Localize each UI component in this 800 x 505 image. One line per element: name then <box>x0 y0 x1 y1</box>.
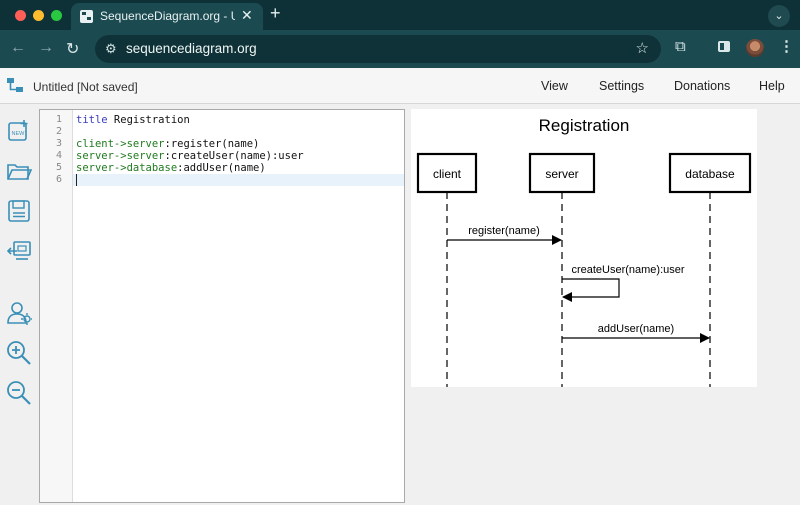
line-number: 6 <box>55 174 62 185</box>
line-number: 4 <box>55 150 62 161</box>
message-label: register(name) <box>468 225 540 237</box>
line-number: 1 <box>55 114 62 125</box>
code-editor[interactable]: 1 2 3 4 5 6 title Registration client->s… <box>39 109 405 503</box>
extensions-icon[interactable]: ⧉ <box>675 38 686 55</box>
participant-server[interactable]: server <box>528 152 596 194</box>
bookmark-star-icon[interactable]: ☆ <box>636 39 649 57</box>
zoom-out-icon[interactable] <box>6 380 32 406</box>
side-panel-icon[interactable] <box>718 41 730 52</box>
participant-database[interactable]: database <box>668 152 752 194</box>
menu-view[interactable]: View <box>541 79 568 93</box>
menu-help[interactable]: Help <box>759 79 785 93</box>
menu-settings[interactable]: Settings <box>599 79 644 93</box>
profile-avatar[interactable] <box>746 39 764 57</box>
close-window-button[interactable] <box>15 10 26 21</box>
browser-menu-icon[interactable]: ⋮ <box>779 37 794 55</box>
line-number: 5 <box>55 162 62 173</box>
document-title: Untitled [Not saved] <box>33 80 138 94</box>
code-line[interactable]: client->server:register(name) <box>76 138 259 150</box>
diagram-preview[interactable]: Registration client server database regi… <box>411 109 757 387</box>
tab-title: SequenceDiagram.org - UML <box>100 9 235 23</box>
line-number: 2 <box>55 126 62 137</box>
forward-icon[interactable]: → <box>38 39 54 57</box>
message-label: addUser(name) <box>598 323 674 335</box>
message-label: createUser(name):user <box>571 264 684 276</box>
message-arrow <box>562 278 620 302</box>
app-logo-icon[interactable] <box>6 76 24 94</box>
reload-icon[interactable]: ↻ <box>66 39 79 59</box>
text-cursor <box>76 174 77 186</box>
code-line[interactable]: server->database:addUser(name) <box>76 162 266 174</box>
participant-label: server <box>545 167 578 181</box>
participants-icon[interactable] <box>6 300 32 326</box>
back-icon[interactable]: ← <box>10 39 26 57</box>
save-icon[interactable] <box>6 198 32 224</box>
close-tab-icon[interactable]: ✕ <box>241 7 253 24</box>
url-text[interactable]: sequencediagram.org <box>126 41 257 56</box>
new-tab-icon[interactable]: + <box>270 3 281 24</box>
open-folder-icon[interactable] <box>6 158 33 184</box>
line-number-gutter: 1 2 3 4 5 6 <box>40 110 73 502</box>
zoom-in-icon[interactable] <box>6 340 32 366</box>
active-line-highlight <box>73 174 404 186</box>
code-line[interactable]: title Registration <box>76 114 190 126</box>
tool-rail: NEW <box>0 104 38 505</box>
maximize-window-button[interactable] <box>51 10 62 21</box>
export-icon[interactable] <box>6 238 32 264</box>
diagram-title: Registration <box>539 116 630 135</box>
svg-text:NEW: NEW <box>12 131 26 137</box>
code-line[interactable]: server->server:createUser(name):user <box>76 150 304 162</box>
menu-donations[interactable]: Donations <box>674 79 730 93</box>
app-header: Untitled [Not saved] View Settings Donat… <box>0 68 800 104</box>
minimize-window-button[interactable] <box>33 10 44 21</box>
site-favicon-icon <box>80 10 93 23</box>
new-icon[interactable]: NEW <box>6 118 32 144</box>
browser-tab[interactable]: SequenceDiagram.org - UML ✕ <box>71 3 263 30</box>
participant-label: client <box>433 167 462 181</box>
address-bar[interactable]: ⚙ sequencediagram.org ☆ <box>95 35 661 63</box>
participant-client[interactable]: client <box>416 152 478 194</box>
tab-search-icon[interactable]: ⌄ <box>768 5 790 27</box>
participant-label: database <box>685 167 735 181</box>
line-number: 3 <box>55 138 62 149</box>
site-info-icon[interactable]: ⚙ <box>105 41 117 57</box>
browser-titlebar: SequenceDiagram.org - UML ✕ + ⌄ <box>0 0 800 30</box>
browser-toolbar: ← → ↻ ⚙ sequencediagram.org ☆ ⧉ ⋮ <box>0 30 800 68</box>
